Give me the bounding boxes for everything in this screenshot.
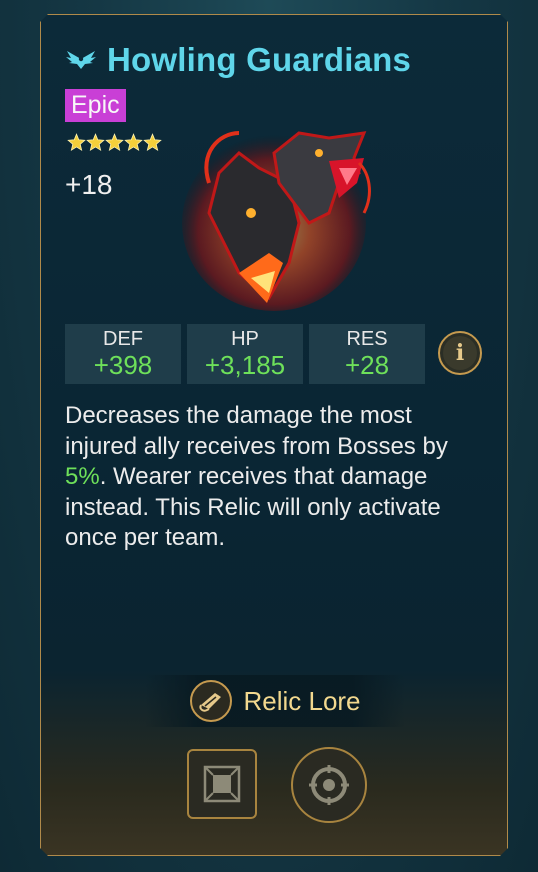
star-icon	[67, 133, 86, 152]
description-text: Decreases the damage the most injured al…	[65, 402, 448, 460]
stat-label: HP	[231, 328, 259, 350]
relic-lore-label: Relic Lore	[243, 685, 361, 716]
star-icon	[105, 133, 124, 152]
stat-value: +398	[93, 350, 153, 380]
target-icon	[307, 763, 351, 807]
stats-row: DEF +398 HP +3,185 RES +28	[65, 324, 425, 384]
star-rating	[67, 133, 162, 152]
description-highlight: 5%	[65, 463, 100, 490]
rarity-badge: Epic	[65, 89, 126, 122]
title-row: Howling Guardians	[65, 41, 411, 79]
stat-res: RES +28	[309, 324, 425, 384]
relic-description: Decreases the damage the most injured al…	[65, 401, 485, 554]
relic-lore-button[interactable]: Relic Lore	[145, 675, 405, 727]
star-icon	[143, 133, 162, 152]
relic-name: Howling Guardians	[107, 41, 412, 78]
relic-card: Howling Guardians Epic +18 DEF +398 HP +…	[40, 14, 508, 856]
frame-icon	[202, 764, 242, 804]
stat-label: RES	[346, 328, 388, 350]
star-icon	[124, 133, 143, 152]
frame-button[interactable]	[187, 749, 257, 819]
stat-hp: HP +3,185	[187, 324, 303, 384]
wolf-heads-relic-art	[179, 113, 379, 313]
relic-level: +18	[65, 169, 113, 200]
stat-value: +28	[344, 350, 390, 380]
info-button[interactable]: i	[438, 331, 482, 375]
scroll-icon	[189, 679, 233, 723]
description-text: . Wearer receives that damage instead. T…	[65, 463, 441, 551]
stat-label: DEF	[103, 328, 143, 350]
eagle-wings-icon	[65, 47, 97, 73]
star-icon	[86, 133, 105, 152]
stat-def: DEF +398	[65, 324, 181, 384]
target-button[interactable]	[291, 747, 367, 823]
info-icon: i	[443, 336, 477, 370]
stat-value: +3,185	[204, 350, 286, 380]
